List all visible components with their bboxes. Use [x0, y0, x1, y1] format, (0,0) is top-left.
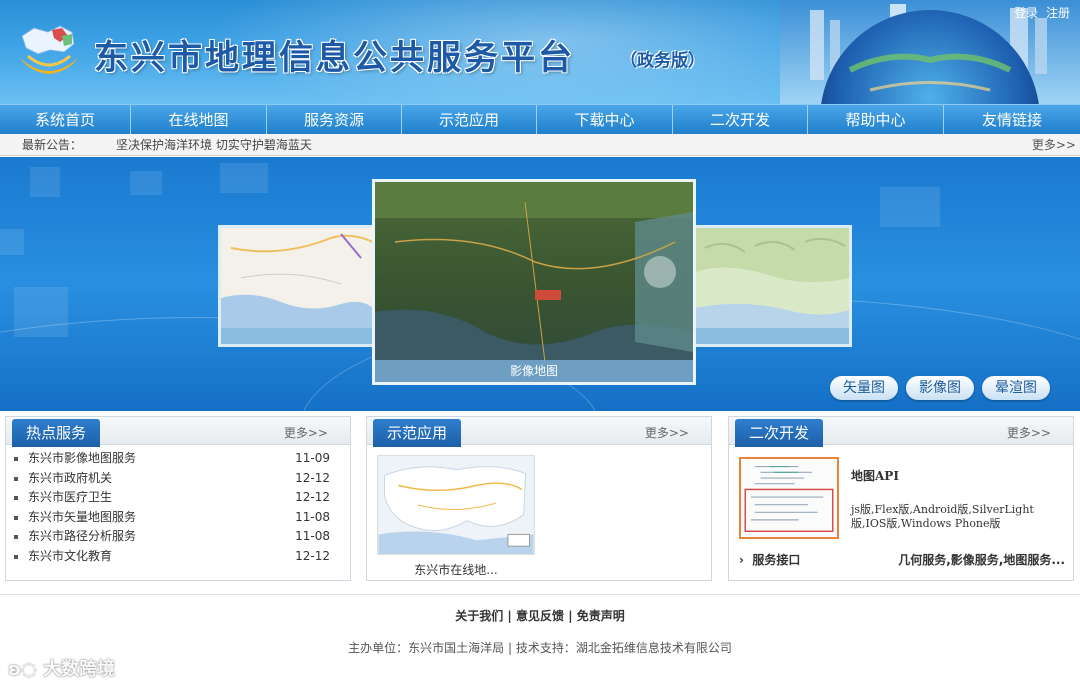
city-logo-icon[interactable]: [14, 22, 84, 84]
bullet-icon: [14, 457, 18, 461]
disclaimer-link[interactable]: 免责声明: [577, 609, 625, 623]
service-date: 12-12: [295, 470, 330, 485]
list-item[interactable]: 东兴市影像地图服务 11-09: [12, 449, 344, 469]
imagery-map-button[interactable]: 影像图: [906, 376, 974, 400]
hot-services-more-link[interactable]: 更多>>: [284, 424, 328, 441]
nav-item-online-map[interactable]: 在线地图: [131, 105, 267, 135]
hot-services-panel: 热点服务 更多>> 东兴市影像地图服务 11-09 东兴市政府机关 12-12 东兴…: [5, 416, 351, 581]
main-nav: 系统首页 在线地图 服务资源 示范应用 下载中心 二次开发 帮助中心 友情链接: [0, 104, 1080, 135]
panel-header: 二次开发 更多>>: [729, 417, 1073, 447]
decor-square: [130, 171, 162, 195]
service-date: 11-09: [295, 451, 330, 465]
bullet-icon: [14, 476, 18, 481]
site-edition: （政务版）: [620, 51, 705, 71]
service-name: 东兴市矢量地图服务: [28, 509, 137, 524]
panel-header: 示范应用 更多>>: [367, 417, 711, 447]
feedback-link[interactable]: 意见反馈: [516, 609, 564, 623]
service-interface-text: 服务接口: [752, 553, 801, 567]
nav-item-help-center[interactable]: 帮助中心: [808, 105, 944, 135]
service-interface-label[interactable]: › 服务接口: [739, 551, 800, 568]
hillshade-map-button[interactable]: 晕渲图: [982, 376, 1050, 400]
online-map-thumbnail[interactable]: [377, 455, 535, 555]
map-banner: 影像地图 矢量图 影像图 晕渲图: [0, 157, 1080, 411]
watermark-text: 大数跨境: [43, 659, 116, 680]
watermark-logo: ʚ◌ 大数跨境: [8, 655, 115, 681]
list-item[interactable]: 东兴市文化教育 12-12: [12, 547, 344, 567]
top-links: 登录 注册: [1010, 4, 1070, 21]
vector-map-card[interactable]: [218, 225, 376, 347]
support-name: 湖北金拓维信息技术有限公司: [575, 641, 732, 655]
nav-item-demo-apps[interactable]: 示范应用: [402, 105, 537, 135]
list-item[interactable]: 东兴市矢量地图服务 11-08: [12, 508, 344, 528]
nav-item-secondary-dev[interactable]: 二次开发: [673, 105, 808, 135]
list-item[interactable]: 东兴市政府机关 12-12: [12, 469, 344, 489]
service-name: 东兴市政府机关: [28, 470, 113, 485]
list-item[interactable]: 东兴市路径分析服务 11-08: [12, 527, 344, 547]
hillshade-map-card[interactable]: [692, 225, 852, 347]
panel-header: 热点服务 更多>>: [6, 417, 350, 447]
dev-panel: 二次开发 更多>> 地图API js版,Flex版,Android版,Silve…: [728, 416, 1074, 581]
service-name: 东兴市影像地图服务: [28, 451, 137, 465]
service-date: 12-12: [295, 548, 330, 563]
nav-item-home[interactable]: 系统首页: [0, 105, 131, 135]
dev-title: 二次开发: [735, 419, 824, 447]
watermark-icon: ʚ◌: [8, 659, 44, 680]
map-api-thumbnail[interactable]: [739, 457, 839, 539]
nav-item-service-resources[interactable]: 服务资源: [267, 105, 402, 135]
list-item[interactable]: 东兴市医疗卫生 12-12: [12, 488, 344, 508]
hot-services-title: 热点服务: [12, 419, 101, 447]
vector-map-thumbnail: [221, 228, 373, 344]
bullet-icon: [14, 535, 18, 539]
bullet-icon: [14, 496, 18, 500]
map-api-description: js版,Flex版,Android版,SilverLight版,IOS版,Win…: [851, 503, 1034, 530]
service-name: 东兴市路径分析服务: [28, 529, 137, 543]
site-header: 东兴市地理信息公共服务平台 （政务版） 登录 注册: [0, 0, 1080, 104]
nav-item-friend-links[interactable]: 友情链接: [944, 105, 1080, 135]
host-name: 东兴市国土海洋局: [408, 641, 505, 655]
host-label: 主办单位：: [348, 641, 409, 655]
login-link[interactable]: 登录: [1014, 6, 1038, 20]
hot-services-list: 东兴市影像地图服务 11-09 东兴市政府机关 12-12 东兴市医疗卫生 12-12…: [12, 449, 344, 566]
notice-label: 最新公告：: [22, 138, 83, 152]
nav-item-download-center[interactable]: 下载中心: [537, 105, 673, 135]
footer-separator: |: [507, 609, 516, 623]
footer-separator: |: [568, 609, 577, 623]
map-api-title[interactable]: 地图API: [851, 467, 899, 484]
notice-more-link[interactable]: 更多>>: [1032, 134, 1076, 156]
satellite-map-card[interactable]: 影像地图: [372, 179, 696, 385]
site-title: 东兴市地理信息公共服务平台: [94, 38, 575, 78]
notice-text[interactable]: 坚决保护海洋环境 切实守护碧海蓝天: [116, 134, 312, 156]
demo-apps-title: 示范应用: [373, 419, 462, 447]
bullet-icon: [14, 515, 18, 520]
footer-links: 关于我们 | 意见反馈 | 免责声明: [0, 607, 1080, 624]
service-date: 11-08: [295, 529, 330, 543]
vector-map-button[interactable]: 矢量图: [830, 376, 898, 400]
satellite-map-thumbnail: [375, 182, 693, 382]
service-interface-value[interactable]: 几何服务,影像服务,地图服务...: [898, 551, 1065, 568]
decor-square: [30, 167, 60, 197]
decor-square: [220, 163, 268, 193]
decor-square: [880, 187, 940, 227]
footer-info: 主办单位：东兴市国土海洋局 | 技术支持：湖北金拓维信息技术有限公司: [0, 639, 1080, 656]
site-footer: 关于我们 | 意见反馈 | 免责声明 主办单位：东兴市国土海洋局 | 技术支持：…: [0, 594, 1080, 685]
online-map-caption[interactable]: 东兴市在线地...: [377, 561, 535, 578]
satellite-map-caption: 影像地图: [375, 360, 693, 382]
notice-bar: 最新公告： 坚决保护海洋环境 切实守护碧海蓝天 更多>>: [0, 134, 1080, 156]
service-date: 12-12: [295, 490, 330, 504]
chevron-right-icon: ›: [739, 553, 753, 567]
service-date: 11-08: [295, 509, 330, 524]
footer-separator: |: [507, 641, 516, 655]
decor-square: [0, 229, 24, 255]
service-name: 东兴市医疗卫生: [28, 490, 113, 504]
hillshade-map-thumbnail: [695, 228, 849, 344]
demo-apps-panel: 示范应用 更多>> 东兴市在线地...: [366, 416, 712, 581]
bullet-icon: [14, 554, 18, 559]
about-us-link[interactable]: 关于我们: [455, 609, 503, 623]
demo-apps-more-link[interactable]: 更多>>: [645, 424, 689, 441]
service-name: 东兴市文化教育: [28, 548, 113, 563]
register-link[interactable]: 注册: [1046, 6, 1070, 20]
support-label: 技术支持：: [515, 641, 576, 655]
dev-more-link[interactable]: 更多>>: [1007, 424, 1051, 441]
